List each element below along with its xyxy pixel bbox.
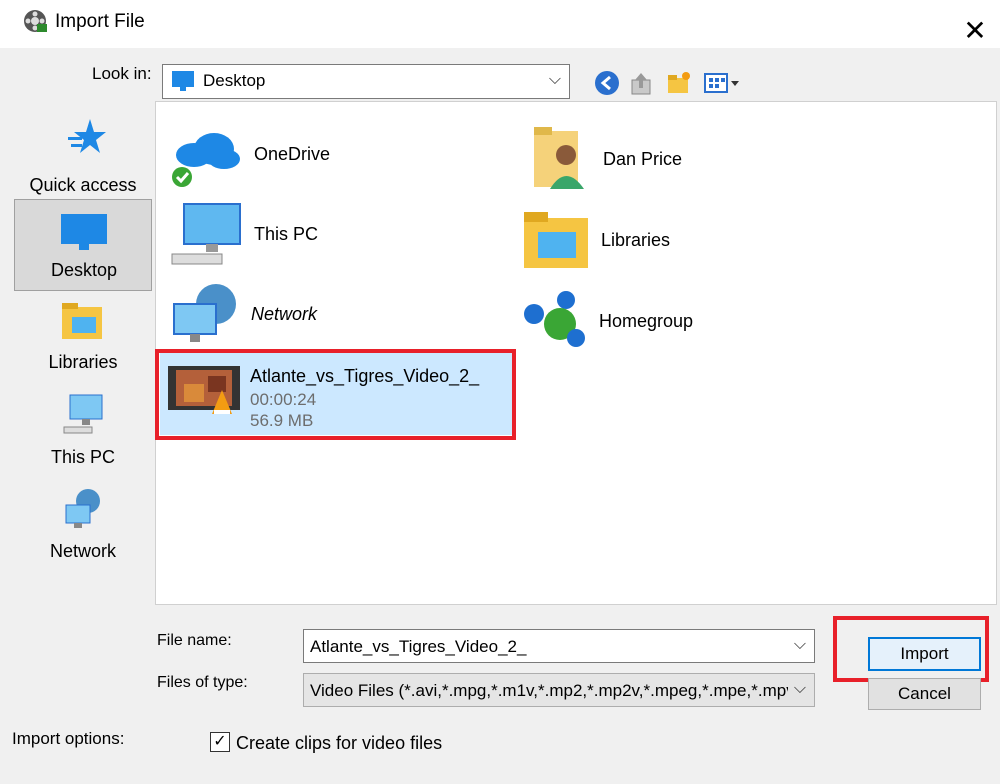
libraries-icon	[524, 212, 588, 268]
window-title: Import File	[55, 11, 145, 32]
lookin-label: Look in:	[92, 64, 152, 83]
sidebar-item-label: Desktop	[50, 260, 118, 280]
file-name: Homegroup	[599, 311, 694, 331]
file-type-select[interactable]: Video Files (*.avi,*.mpg,*.m1v,*.mp2,*.m…	[303, 673, 815, 707]
sidebar-item-desktop[interactable]: Desktop	[14, 199, 152, 291]
sidebar-item-label: Quick access	[29, 175, 137, 195]
sidebar-item-libraries[interactable]: Libraries	[14, 295, 152, 381]
cancel-button[interactable]: Cancel	[868, 678, 981, 710]
star-icon	[68, 119, 106, 153]
new-folder-icon[interactable]	[666, 70, 692, 96]
chevron-down-icon: ⌵	[793, 636, 806, 653]
back-arrow-icon[interactable]	[594, 70, 620, 96]
list-item-network[interactable]: Network	[170, 282, 510, 350]
computer-icon	[171, 203, 241, 265]
create-clips-checkbox[interactable]: ✓	[210, 732, 230, 752]
network-icon	[173, 284, 236, 342]
onedrive-icon	[172, 133, 240, 187]
file-type-label: Files of type:	[157, 674, 248, 691]
close-button[interactable]: ✕	[955, 10, 995, 50]
sidebar-item-this-pc[interactable]: This PC	[14, 389, 152, 475]
computer-icon	[63, 394, 103, 434]
list-item-user-folder[interactable]: Dan Price	[530, 125, 870, 195]
lookin-value: Desktop	[203, 71, 266, 90]
import-options-label: Import options:	[12, 729, 125, 748]
highlight-box-import	[833, 616, 989, 682]
sidebar-item-network[interactable]: Network	[14, 483, 152, 569]
chevron-down-icon: ⌵	[548, 71, 561, 88]
title-bar	[0, 0, 1000, 48]
close-icon: ✕	[963, 14, 987, 46]
file-name: OneDrive	[254, 144, 331, 164]
sidebar-item-label: Network	[49, 541, 116, 561]
file-name: Libraries	[601, 230, 671, 250]
places-sidebar: Quick access Desktop Libraries This PC N…	[14, 101, 152, 701]
libraries-icon	[62, 303, 102, 339]
homegroup-icon	[524, 291, 585, 347]
list-item-libraries[interactable]: Libraries	[522, 208, 862, 272]
sidebar-item-label: This PC	[50, 447, 115, 467]
up-folder-icon[interactable]	[629, 70, 655, 96]
file-name: This PC	[254, 224, 319, 244]
list-item-this-pc[interactable]: This PC	[170, 202, 510, 270]
file-type-value: Video Files (*.avi,*.mpg,*.m1v,*.mp2,*.m…	[310, 681, 788, 700]
file-name: Dan Price	[603, 149, 683, 169]
film-reel-icon	[22, 8, 48, 34]
sidebar-item-quick-access[interactable]: Quick access	[14, 113, 152, 199]
user-folder-icon	[534, 127, 584, 189]
create-clips-label[interactable]: Create clips for video files	[236, 733, 442, 754]
highlight-box-video	[155, 349, 516, 440]
file-name: Network	[251, 304, 318, 324]
chevron-down-icon: ⌵	[793, 680, 806, 697]
list-item-homegroup[interactable]: Homegroup	[520, 290, 860, 352]
desktop-icon	[172, 71, 194, 91]
file-name-label: File name:	[157, 632, 232, 649]
lookin-dropdown[interactable]: Desktop ⌵	[162, 64, 570, 99]
view-menu-icon[interactable]	[703, 70, 743, 96]
desktop-icon	[61, 214, 107, 250]
sidebar-item-label: Libraries	[48, 352, 118, 372]
list-item-onedrive[interactable]: OneDrive	[170, 125, 510, 190]
file-name-value: Atlante_vs_Tigres_Video_2_	[310, 637, 527, 656]
network-icon	[65, 489, 100, 528]
file-name-input[interactable]: Atlante_vs_Tigres_Video_2_ ⌵	[303, 629, 815, 663]
